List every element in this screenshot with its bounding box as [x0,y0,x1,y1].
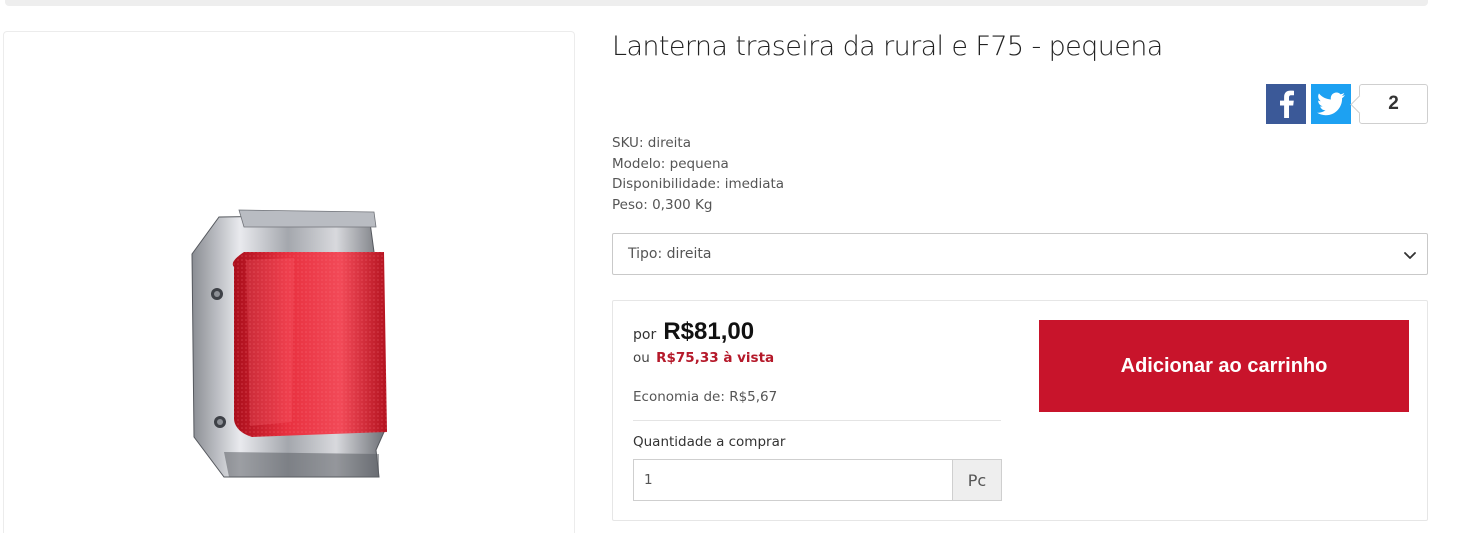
twitter-icon [1317,92,1345,116]
economy-text: Economia de: R$5,67 [633,389,778,405]
product-title: Lanterna traseira da rural e F75 - peque… [612,31,1163,62]
divider [633,420,1001,421]
variant-selected-value: Tipo: direita [628,246,712,262]
chevron-down-icon [1404,252,1416,259]
buy-box: por R$81,00 ou R$75,33 à vista Economia … [612,300,1428,521]
product-image-card [3,31,575,533]
share-count: 2 [1359,84,1428,124]
quantity-label: Quantidade a comprar [633,434,786,450]
product-image[interactable] [184,182,394,482]
social-share: 2 [1266,84,1428,124]
spec-model: Modelo: pequena [612,155,729,172]
facebook-icon [1280,90,1294,118]
quantity-unit: Pc [952,459,1002,501]
twitter-share-button[interactable] [1311,84,1351,124]
cash-price-value: R$75,33 à vista [656,350,775,366]
price-value: R$81,00 [663,318,755,345]
variant-select[interactable]: Tipo: direita [612,233,1428,275]
spec-sku: SKU: direita [612,135,691,151]
add-to-cart-button[interactable]: Adicionar ao carrinho [1039,320,1409,412]
spec-availability: Disponibilidade: imediata [612,176,785,192]
quantity-input[interactable] [633,459,953,501]
price-line: por R$81,00 [633,318,754,346]
product-specs: SKU: direita Modelo: pequena Disponibili… [612,133,784,215]
facebook-share-button[interactable] [1266,84,1306,124]
spec-weight: Peso: 0,300 Kg [612,196,713,213]
price-prefix: por [633,327,657,343]
cash-price-prefix: ou [633,350,650,366]
top-bar [5,0,1428,6]
cash-price-line: ou R$75,33 à vista [633,350,774,366]
